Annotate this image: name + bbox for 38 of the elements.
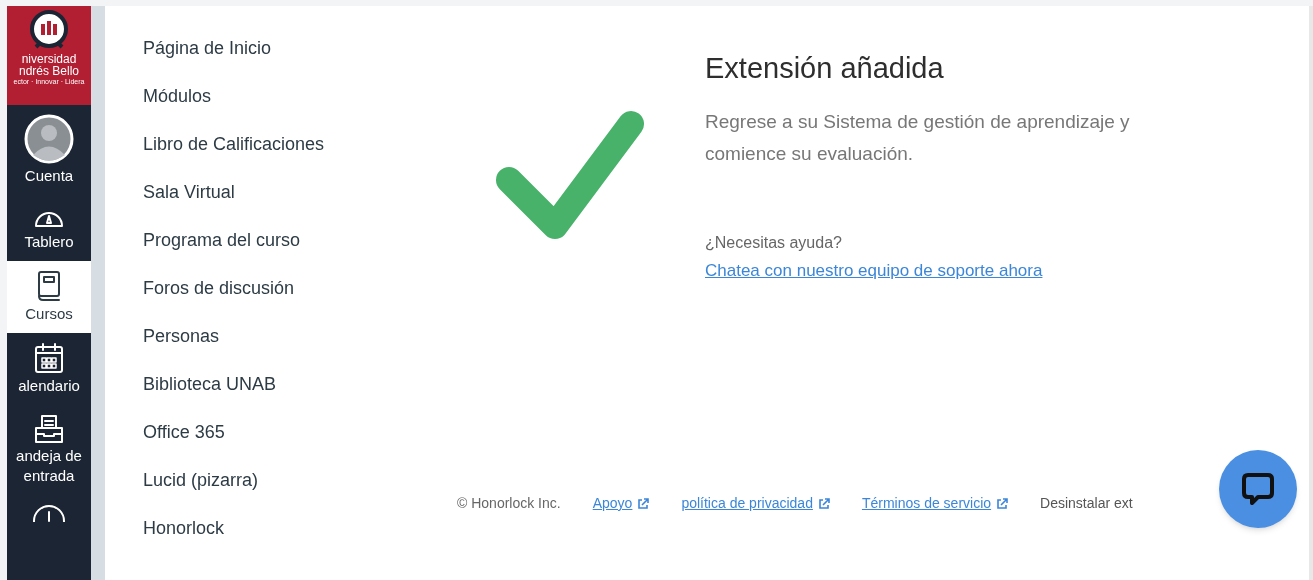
footer-link[interactable]: Apoyo [592,493,650,514]
course-nav-link[interactable]: Biblioteca UNAB [143,374,277,394]
course-nav-link[interactable]: Sala Virtual [143,182,235,202]
copyright-text: © Honorlock Inc. [457,494,561,513]
instruction-text: Regrese a su Sistema de gestión de aprendizaje y comience su evaluación. [705,110,1131,166]
global-nav-item[interactable]: Cursos [7,261,91,333]
footer-link[interactable]: Términos de servicio [861,493,1009,514]
calendar-icon [34,342,64,374]
course-nav-link[interactable]: Honorlock [143,518,225,538]
course-nav-link[interactable]: Libro de Calificaciones [143,134,325,154]
course-nav-link[interactable]: Lucid (pizarra) [143,470,259,490]
avatar-icon [24,114,74,164]
help-prompt: ¿Necesitas ayuda? [705,233,843,253]
course-nav-link[interactable]: Foros de discusión [143,278,295,298]
footer-link[interactable]: política de privacidad [681,493,830,514]
course-nav-link[interactable]: Página de Inicio [143,38,272,58]
chat-bubble-icon [1240,471,1276,507]
book-icon [36,270,62,302]
logo-text: ndrés Bello [18,65,79,77]
external-link-icon [637,497,650,510]
logo-text: niversidad [21,53,77,65]
global-nav-item[interactable]: alendario [7,333,91,405]
global-nav-item[interactable]: Cuenta [7,105,91,195]
course-nav-link[interactable]: Personas [143,326,220,346]
inbox-icon [33,414,65,444]
clock-icon [32,504,66,522]
course-nav-link[interactable]: Office 365 [143,422,225,442]
external-link-icon [996,497,1009,510]
global-nav-item[interactable]: andeja de entrada [7,405,91,495]
confirmation-title: Extensión añadida [705,51,945,86]
external-link-icon [817,497,830,510]
global-nav-item[interactable]: Tablero [7,195,91,261]
checkmark-icon [495,110,645,242]
chat-button[interactable] [1219,450,1297,528]
course-nav-link[interactable]: Módulos [143,86,212,106]
footer-text: Desinstalar ext [1040,494,1133,513]
course-nav-link[interactable]: Programa del curso [143,230,301,250]
support-chat-link[interactable]: Chatea con nuestro equipo de soporte ahora [705,260,1175,282]
